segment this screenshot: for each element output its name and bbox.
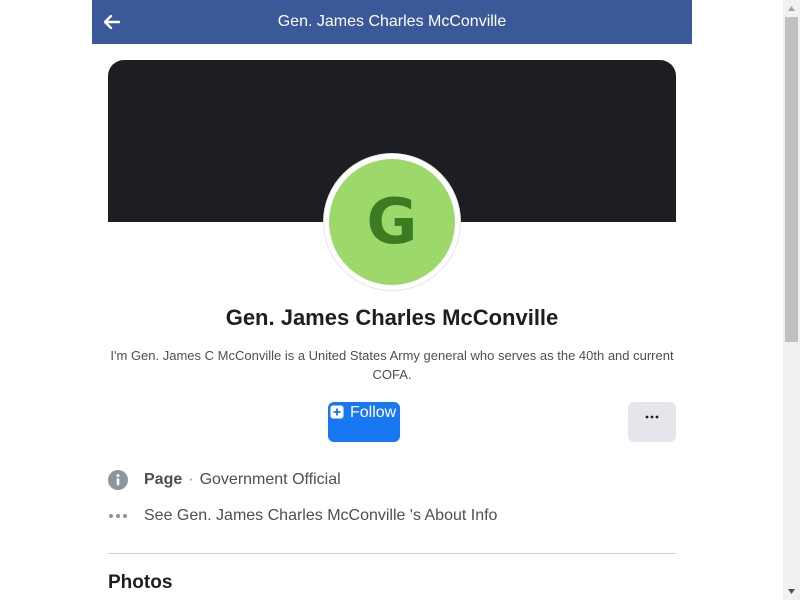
page-category-text: Page · Government Official	[144, 468, 341, 492]
scroll-down-button[interactable]	[783, 583, 800, 600]
info-icon	[108, 470, 128, 490]
page-label: Page	[144, 471, 183, 488]
page-category-row: Page · Government Official	[108, 468, 676, 492]
more-dots-icon	[109, 514, 127, 518]
triangle-up-icon	[788, 6, 795, 11]
triangle-down-icon	[788, 589, 795, 594]
avatar-letter: G	[366, 185, 418, 258]
separator: ·	[188, 471, 194, 488]
follow-label: Follow	[350, 404, 397, 421]
more-dots-icon	[645, 415, 659, 419]
follow-button[interactable]: Follow	[328, 402, 400, 442]
plus-square-icon	[330, 405, 344, 419]
profile-bio: I'm Gen. James C McConville is a United …	[110, 348, 674, 382]
scrollbar-thumb[interactable]	[785, 17, 798, 342]
photos-section-title: Photos	[108, 572, 173, 593]
category-label: Government Official	[199, 471, 341, 488]
profile-name: Gen. James Charles McConville	[225, 305, 559, 330]
about-info-text: See Gen. James Charles McConville 's Abo…	[144, 507, 498, 524]
about-info-link[interactable]: See Gen. James Charles McConville 's Abo…	[108, 504, 676, 528]
top-header: Gen. James Charles McConville	[92, 0, 692, 44]
scroll-up-button[interactable]	[783, 0, 800, 17]
section-divider	[108, 553, 676, 554]
more-options-button[interactable]	[628, 402, 676, 442]
page: Gen. James Charles McConville G Gen. Jam…	[0, 0, 800, 600]
avatar[interactable]: G	[329, 159, 455, 285]
vertical-scrollbar[interactable]	[783, 0, 800, 600]
header-title: Gen. James Charles McConville	[277, 13, 507, 30]
